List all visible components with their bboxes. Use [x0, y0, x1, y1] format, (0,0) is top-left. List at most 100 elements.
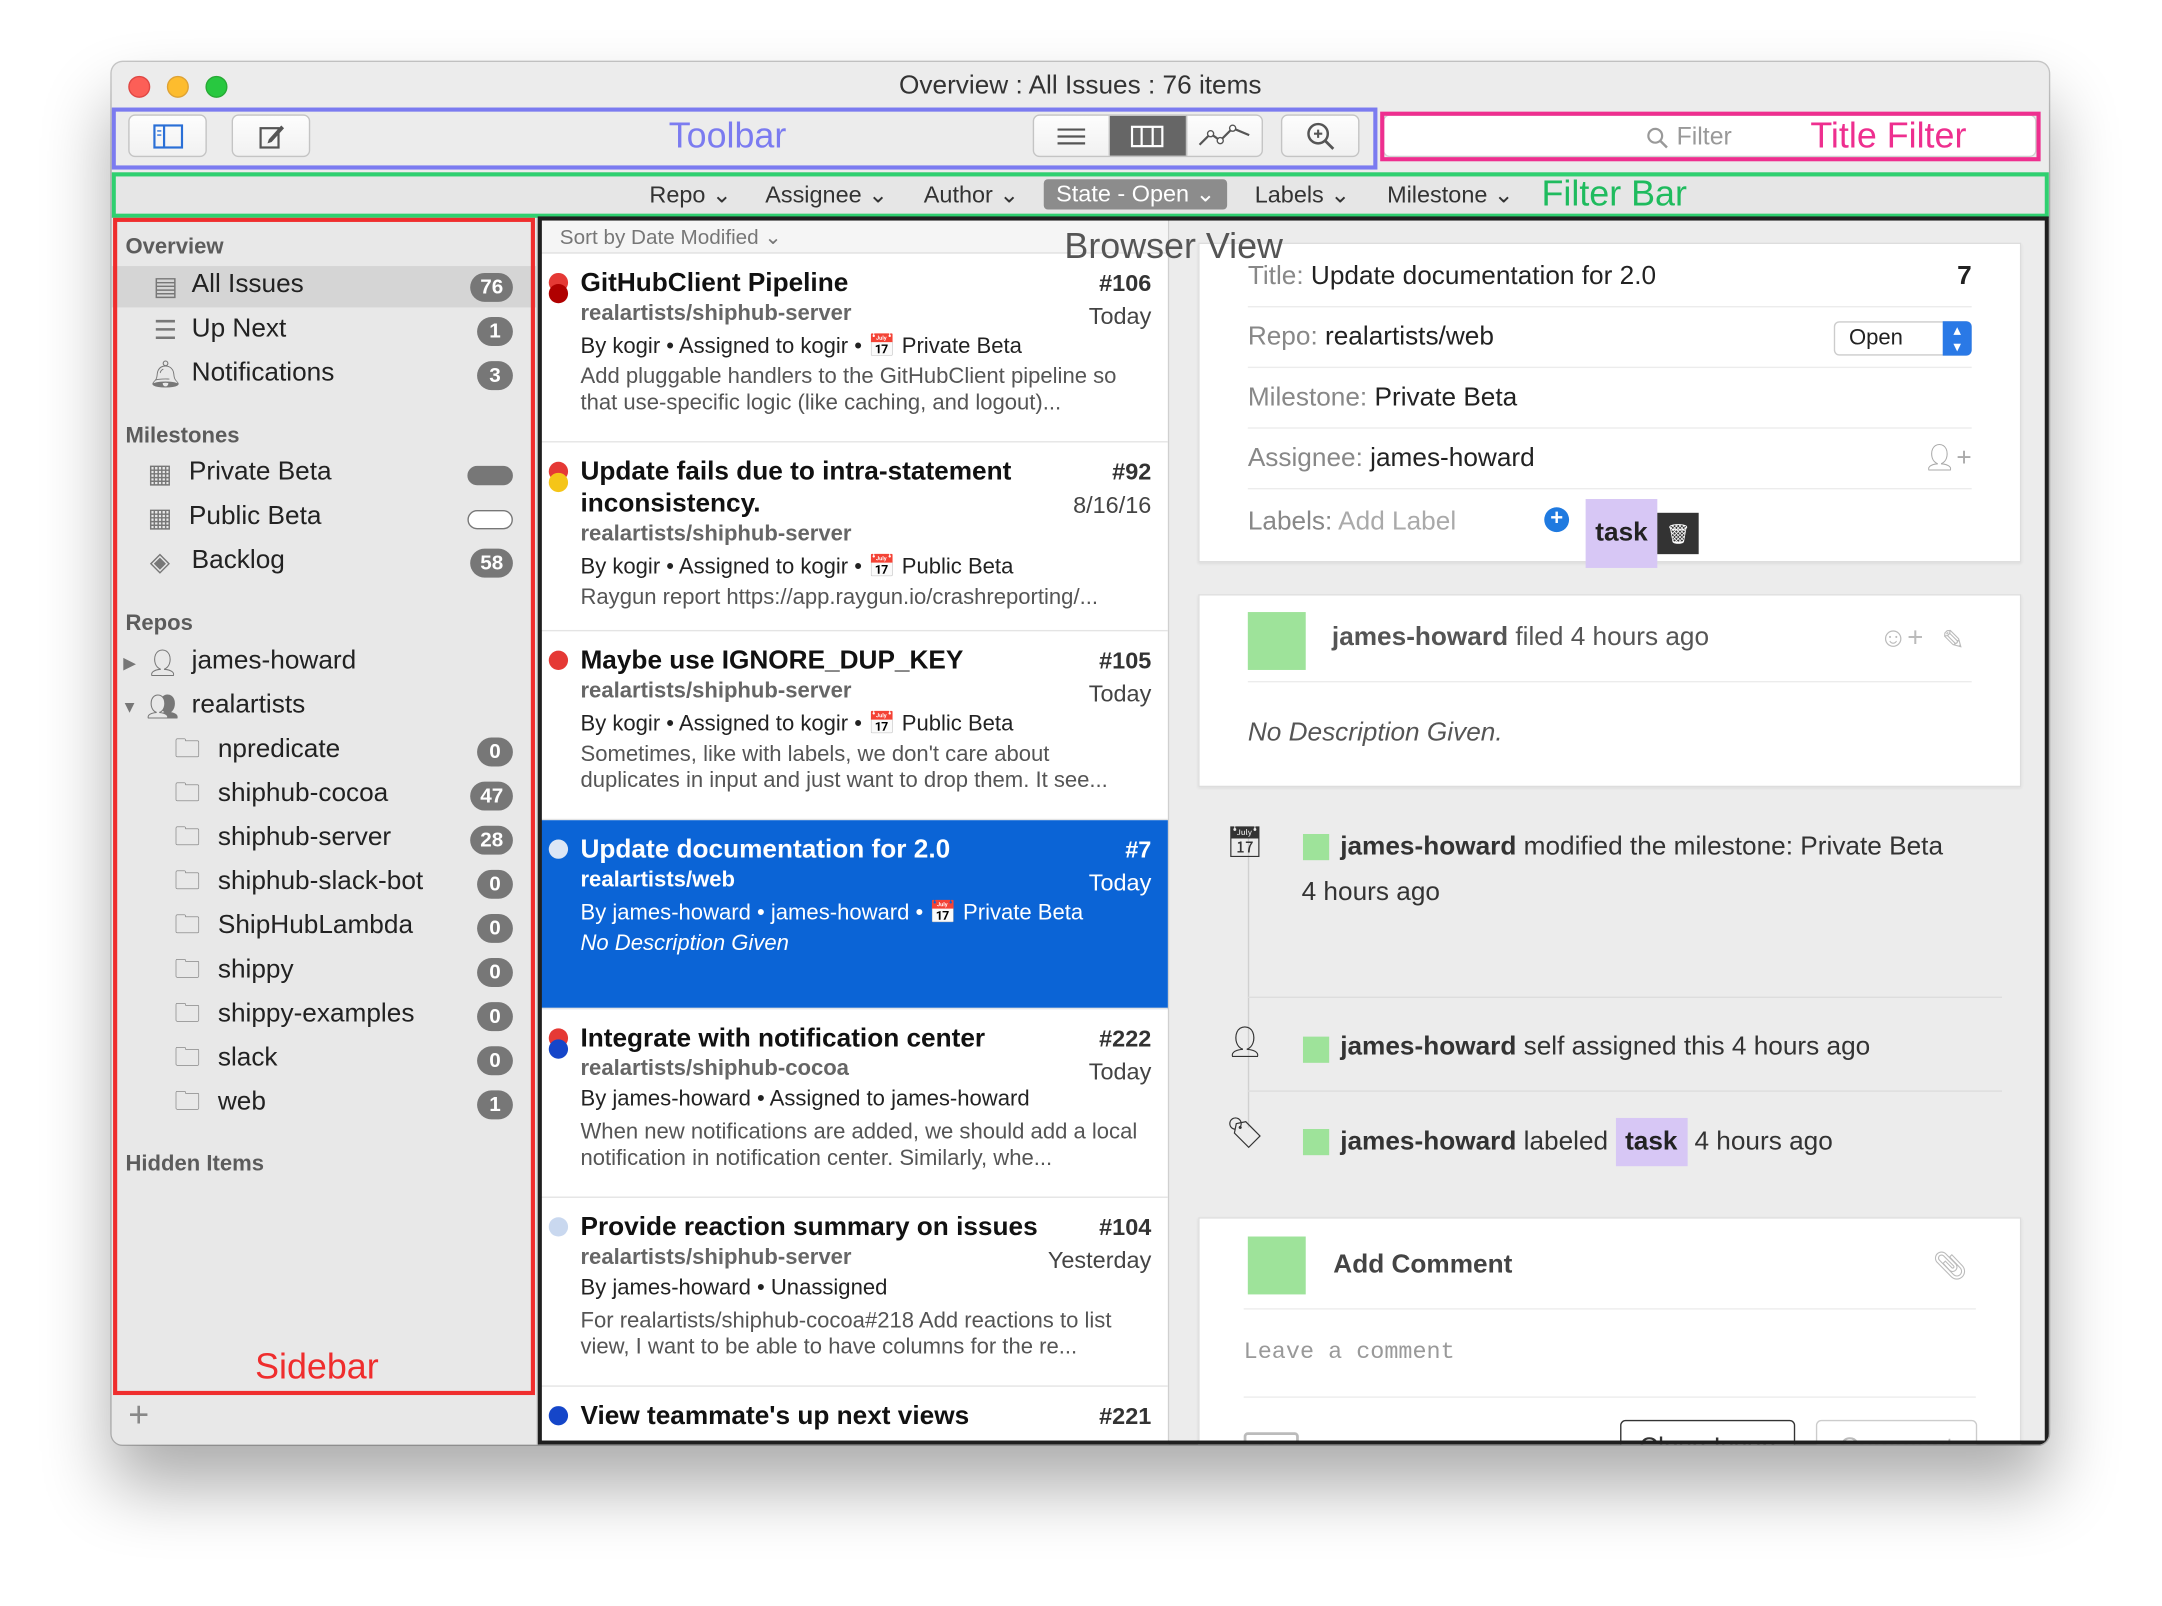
sidebar-item-repo[interactable]: 🗀 shippy 0 — [112, 951, 538, 992]
tag-icon: 🏷︎ — [1225, 1115, 1265, 1150]
filter-repo[interactable]: Repo ⌄ — [649, 182, 731, 210]
add-icon[interactable]: + — [128, 1394, 149, 1437]
layers-icon: ◈ — [149, 547, 171, 577]
issue-repo: realartists/web — [580, 868, 735, 892]
event-text: modified the milestone: Private Beta — [1523, 832, 1944, 862]
comment-button[interactable]: Comment — [1815, 1419, 1978, 1445]
sidebar-item-repo[interactable]: 🗀 shiphub-cocoa 47 — [112, 775, 538, 816]
title-row[interactable]: Title: Update documentation for 2.0 7 — [1247, 247, 1972, 308]
milestone-row[interactable]: Milestone: Private Beta — [1247, 368, 1972, 429]
compose-icon — [258, 124, 284, 148]
sidebar-item-label: shiphub-slack-bot — [217, 867, 424, 897]
list-item[interactable]: View teammate's up next views #221 — [539, 1387, 1168, 1445]
list-item[interactable]: Maybe use IGNORE_DUP_KEY #105 Today realart… — [539, 631, 1168, 821]
sidebar-item-private-beta[interactable]: ▦ Private Beta — [112, 454, 538, 495]
filter-author-label: Author — [923, 181, 993, 209]
labels-row: Labels: Add Label + task 🗑︎ — [1248, 492, 1972, 568]
sidebar-item-backlog[interactable]: ◈ Backlog 58 — [112, 542, 538, 583]
sidebar-item-all-issues[interactable]: ▤ All Issues 76 — [111, 266, 538, 308]
list-icon — [1057, 127, 1086, 144]
sidebar-item-label: shiphub-server — [217, 822, 392, 852]
count-badge: 0 — [477, 1002, 513, 1032]
issue-number: #92 — [1112, 459, 1152, 486]
zoom-window-button[interactable] — [205, 75, 228, 98]
sidebar-item-public-beta[interactable]: ▦ Public Beta — [112, 498, 538, 539]
sidebar-item-repo[interactable]: 🗀 ShipHubLambda 0 — [112, 907, 538, 948]
add-label-field[interactable]: Add Label — [1338, 507, 1456, 536]
search-icon — [1647, 127, 1668, 148]
filter-assignee[interactable]: Assignee ⌄ — [765, 182, 888, 210]
title-value[interactable]: Update documentation for 2.0 — [1311, 262, 1656, 291]
paperclip-icon[interactable]: 📎︎ — [1933, 1249, 1968, 1283]
sidebar-item-repo[interactable]: 🗀 shippy-examples 0 — [112, 995, 538, 1036]
trash-icon[interactable]: 🗑︎ — [1657, 512, 1699, 555]
add-reaction-icon[interactable]: ☺+ — [1879, 623, 1923, 655]
sidebar-item-repo[interactable]: 🗀 shiphub-server 28 — [112, 819, 538, 860]
issue-byline: By kogir • Assigned to kogir • 📅 Public … — [580, 555, 1014, 579]
folder-icon: 🗀 — [174, 911, 201, 941]
filter-milestone[interactable]: Milestone ⌄ — [1387, 182, 1514, 210]
event-assigned: james-howard self assigned this 4 hours … — [1340, 1024, 2021, 1069]
list-item[interactable]: GitHubClient Pipeline #106 Today realartist… — [539, 254, 1168, 443]
hidden-items-header: Hidden Items — [125, 1152, 264, 1176]
timeline-line — [1247, 838, 1250, 1128]
issue-repo: realartists/shiphub-server — [580, 679, 852, 704]
add-assignee-icon[interactable]: 👤︎+ — [1923, 429, 1972, 490]
avatar — [1247, 612, 1306, 670]
sidebar-item-repo[interactable]: 🗀 slack 0 — [112, 1039, 538, 1080]
toggle-sidebar-button[interactable] — [128, 114, 207, 158]
person-icon: 👤︎ — [1225, 1024, 1265, 1059]
sidebar-item-owner-james-howard[interactable]: ▶ 👤︎ james-howard — [112, 642, 538, 683]
event-user[interactable]: james-howard — [1340, 1032, 1516, 1061]
new-issue-button[interactable] — [231, 114, 311, 158]
filter-labels[interactable]: Labels ⌄ — [1255, 182, 1350, 210]
folder-icon: 🗀 — [174, 1087, 201, 1117]
folder-icon: 🗀 — [174, 1043, 201, 1073]
issue-repo: realartists/shiphub-server — [580, 522, 852, 546]
browser-view-button[interactable] — [1110, 115, 1187, 156]
comment-input[interactable]: Leave a comment — [1243, 1326, 1976, 1398]
filter-placeholder: Filter — [1676, 122, 1732, 151]
filed-user[interactable]: james-howard — [1332, 623, 1508, 652]
issue-title: Provide reaction summary on issues — [580, 1213, 1038, 1243]
add-label-icon[interactable]: + — [1544, 507, 1570, 533]
chart-view-button[interactable] — [1187, 116, 1262, 156]
chevron-down-icon: ⌄ — [1195, 180, 1216, 207]
minimize-window-button[interactable] — [166, 75, 189, 98]
disclosure-down-icon[interactable]: ▼ — [120, 693, 139, 721]
calendar-icon: ▦ — [147, 503, 173, 533]
milestones-header: Milestones — [125, 424, 240, 449]
assignee-row[interactable]: Assignee: james-howard 👤︎+ — [1247, 429, 1972, 490]
issue-date: Yesterday — [1047, 1247, 1152, 1274]
sidebar-item-notifications[interactable]: 🔔︎ Notifications 3 — [112, 354, 538, 395]
filter-placeholder-wrap: Filter — [1646, 122, 1732, 152]
issue-title: Update documentation for 2.0 — [580, 835, 951, 865]
sidebar-item-owner-realartists[interactable]: ▼ 👥︎ realartists — [112, 686, 538, 727]
issue-excerpt: For realartists/shiphub-cocoa#218 Add re… — [580, 1309, 1112, 1360]
filter-author[interactable]: Author ⌄ — [924, 182, 1019, 210]
view-mode-segmented[interactable] — [1032, 114, 1263, 158]
sidebar-item-label: shiphub-cocoa — [217, 778, 389, 808]
list-item[interactable]: Integrate with notification center #222 To… — [539, 1009, 1168, 1198]
state-select[interactable]: Open ▴ ▾ — [1833, 321, 1972, 356]
list-item[interactable]: Update fails due to intra-statement inco… — [539, 442, 1168, 632]
list-view-button[interactable] — [1034, 115, 1111, 156]
list-item[interactable]: Update documentation for 2.0 #7 Today reala… — [539, 820, 1168, 1010]
sidebar-item-repo[interactable]: 🗀 npredicate 0 — [112, 731, 538, 772]
event-user[interactable]: james-howard — [1340, 833, 1516, 862]
sidebar-item-repo[interactable]: 🗀 shiphub-slack-bot 0 — [112, 863, 538, 904]
search-button[interactable] — [1280, 114, 1360, 158]
issue-byline: By kogir • Assigned to kogir • 📅 Public … — [580, 712, 1014, 737]
chevron-down-icon: ⌄ — [764, 226, 782, 250]
close-window-button[interactable] — [128, 75, 151, 98]
sidebar-item-up-next[interactable]: ☰ Up Next 1 — [112, 310, 538, 351]
pencil-icon[interactable]: ✎ — [1942, 623, 1965, 657]
list-item[interactable]: Provide reaction summary on issues #104 Ye… — [539, 1198, 1168, 1387]
event-user[interactable]: james-howard — [1340, 1128, 1516, 1157]
sidebar-item-repo[interactable]: 🗀 web 1 — [112, 1084, 538, 1125]
close-issue-button[interactable]: Close Issue — [1620, 1419, 1796, 1445]
disclosure-right-icon[interactable]: ▶ — [120, 649, 139, 677]
repo-key: Repo: — [1247, 322, 1318, 352]
filter-state[interactable]: State - Open ⌄ — [1043, 179, 1228, 210]
status-dot — [548, 472, 569, 493]
